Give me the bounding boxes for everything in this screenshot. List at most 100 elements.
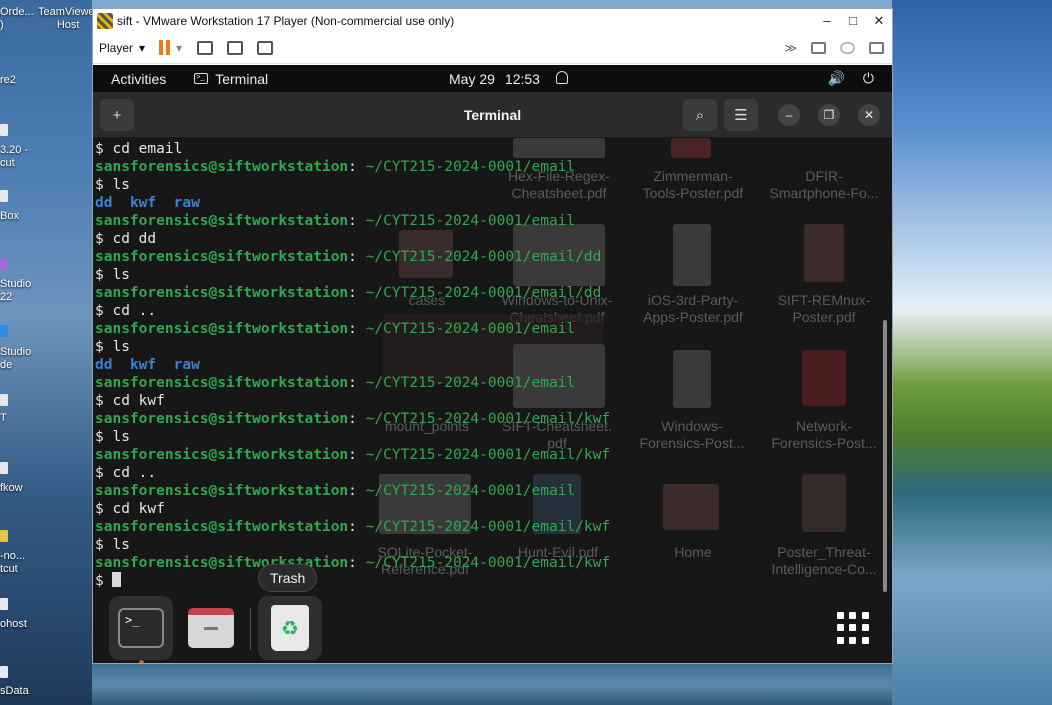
directory-entry: dd xyxy=(95,357,113,373)
host-icon-label[interactable]: fkow xyxy=(0,482,23,495)
host-icon-label[interactable]: ohost xyxy=(0,618,27,631)
prompt-user-host: sansforensics@siftworkstation xyxy=(95,213,349,229)
send-ctrl-alt-del-icon[interactable] xyxy=(197,40,214,55)
host-icon-label[interactable]: T xyxy=(0,412,7,425)
terminal-command-line: $ ls xyxy=(95,177,130,193)
terminal-prompt-line: sansforensics@siftworkstation: ~/CYT215-… xyxy=(95,159,576,175)
terminal-window: + Terminal ⌕ ☰ – ❐ ✕ Hex-File-Regex- Che… xyxy=(93,92,892,663)
prompt-user-host: sansforensics@siftworkstation xyxy=(95,447,349,463)
host-desktop-right xyxy=(892,0,1052,705)
guest-screen[interactable]: Activities >_ Terminal May 29 12:53 🔊 ⏻ … xyxy=(93,65,892,663)
terminal-command-line: $ cd email xyxy=(95,141,183,157)
prompt-user-host: sansforensics@siftworkstation xyxy=(95,321,349,337)
trash-icon: ♻ xyxy=(271,605,309,651)
menu-icon: ☰ xyxy=(734,107,748,124)
vmware-title-bar[interactable]: sift - VMware Workstation 17 Player (Non… xyxy=(93,9,892,32)
desktop-file-label: iOS-3rd-Party- Apps-Poster.pdf xyxy=(643,292,743,325)
notification-bell-icon[interactable] xyxy=(556,71,568,84)
host-icon-teamviewer[interactable]: TeamViewer Host xyxy=(38,6,98,32)
cd-drive-icon[interactable] xyxy=(840,41,855,54)
terminal-prompt-line: sansforensics@siftworkstation: ~/CYT215-… xyxy=(95,555,611,571)
pdf-thumbnail xyxy=(673,224,711,286)
fullscreen-icon[interactable] xyxy=(227,40,244,55)
text-cursor[interactable] xyxy=(112,572,122,587)
host-icon-label[interactable]: Orde...) xyxy=(0,6,34,32)
terminal-input-line: $ xyxy=(95,572,610,590)
clock[interactable]: May 29 12:53 xyxy=(449,71,540,87)
prompt-user-host: sansforensics@siftworkstation xyxy=(95,375,349,391)
terminal-command-line: $ cd .. xyxy=(95,303,157,319)
terminal-minimize-button[interactable]: – xyxy=(778,104,800,126)
vmware-window-title: sift - VMware Workstation 17 Player (Non… xyxy=(117,13,455,28)
terminal-prompt-line: sansforensics@siftworkstation: ~/CYT215-… xyxy=(95,213,576,229)
host-shortcut-icon xyxy=(0,394,8,406)
prompt-path: ~/CYT215-2024-0001/email xyxy=(365,321,576,337)
terminal-command-line: $ cd kwf xyxy=(95,501,165,517)
pdf-thumbnail xyxy=(804,224,844,282)
terminal-header-bar[interactable]: + Terminal ⌕ ☰ – ❐ ✕ xyxy=(93,92,892,138)
prompt-path: ~/CYT215-2024-0001/email/dd xyxy=(365,285,602,301)
host-icon-label[interactable]: Box xyxy=(0,210,19,223)
ls-output-line: dd kwf raw xyxy=(95,356,610,374)
terminal-prompt-line: sansforensics@siftworkstation: ~/CYT215-… xyxy=(95,447,611,463)
host-icon-label[interactable]: -no... tcut xyxy=(0,550,25,576)
player-menu-label: Player xyxy=(99,40,134,55)
pdf-thumbnail xyxy=(673,350,711,408)
dock-terminal[interactable]: >_ xyxy=(109,596,173,663)
vmware-close-button[interactable]: ✕ xyxy=(866,13,892,29)
vmware-window: sift - VMware Workstation 17 Player (Non… xyxy=(92,8,893,664)
terminal-output[interactable]: $ cd email sansforensics@siftworkstation:… xyxy=(95,140,610,590)
unity-icon[interactable] xyxy=(257,40,274,55)
directory-entry: raw xyxy=(173,357,200,373)
power-icon[interactable]: ⏻ xyxy=(863,70,874,87)
prompt-user-host: sansforensics@siftworkstation xyxy=(95,519,349,535)
directory-entry: kwf xyxy=(129,195,157,211)
dock-files[interactable] xyxy=(179,596,243,660)
dock-separator xyxy=(250,608,251,650)
directory-entry: dd xyxy=(95,195,113,211)
chevron-down-icon: ▾ xyxy=(139,40,146,55)
vmware-logo-icon xyxy=(97,12,113,29)
vmware-maximize-button[interactable]: □ xyxy=(840,13,866,28)
app-menu-terminal[interactable]: >_ Terminal xyxy=(194,71,268,87)
clock-time: 12:53 xyxy=(504,70,540,87)
activities-button[interactable]: Activities xyxy=(111,71,166,87)
terminal-command-line: $ ls xyxy=(95,267,130,283)
prompt-user-host: sansforensics@siftworkstation xyxy=(95,483,349,499)
terminal-scrollbar[interactable] xyxy=(883,320,887,592)
player-menu-button[interactable]: Player ▾ xyxy=(99,41,145,55)
show-applications-icon[interactable] xyxy=(837,612,869,644)
visual-studio-icon xyxy=(0,258,8,270)
prompt-path: ~/CYT215-2024-0001/email/kwf xyxy=(365,519,611,535)
pause-icon[interactable] xyxy=(159,40,171,55)
host-shortcut-icon xyxy=(0,462,8,474)
fast-forward-icon[interactable]: ≫ xyxy=(784,41,797,55)
desktop-file-label: Home xyxy=(674,544,712,560)
gnome-top-bar: Activities >_ Terminal May 29 12:53 🔊 ⏻ xyxy=(93,65,892,92)
removable-device-icon[interactable] xyxy=(811,41,826,54)
network-adapter-icon[interactable] xyxy=(869,41,884,54)
dock-trash[interactable]: ♻ xyxy=(258,596,322,660)
terminal-close-button[interactable]: ✕ xyxy=(858,104,880,126)
terminal-prompt-line: sansforensics@siftworkstation: ~/CYT215-… xyxy=(95,375,576,391)
vmware-minimize-button[interactable]: – xyxy=(814,13,840,28)
search-button[interactable]: ⌕ xyxy=(683,99,717,131)
directory-entry: kwf xyxy=(129,357,157,373)
pdf-thumbnail xyxy=(802,474,846,532)
host-icon-label[interactable]: 3.20 - cut xyxy=(0,144,28,170)
terminal-restore-button[interactable]: ❐ xyxy=(818,104,840,126)
ls-output-line: dd kwf raw xyxy=(95,194,610,212)
pause-options-chevron-icon[interactable]: ▾ xyxy=(176,41,182,55)
prompt-user-host: sansforensics@siftworkstation xyxy=(95,159,349,175)
terminal-body[interactable]: Hex-File-Regex- Cheatsheet.pdf Zimmerman… xyxy=(93,138,892,663)
host-icon-label[interactable]: Studio 22 xyxy=(0,278,31,304)
host-icon-label[interactable]: Studio de xyxy=(0,346,31,372)
terminal-command-line: $ ls xyxy=(95,339,130,355)
prompt-path: ~/CYT215-2024-0001/email xyxy=(365,483,576,499)
host-icon-label[interactable]: re2 xyxy=(0,74,16,87)
volume-icon[interactable]: 🔊 xyxy=(827,70,844,87)
hamburger-menu-button[interactable]: ☰ xyxy=(724,99,758,131)
desktop-file-label: Poster_Threat- Intelligence-Co... xyxy=(771,544,877,577)
host-icon-label[interactable]: sData xyxy=(0,685,29,698)
pdf-thumbnail xyxy=(671,138,711,158)
